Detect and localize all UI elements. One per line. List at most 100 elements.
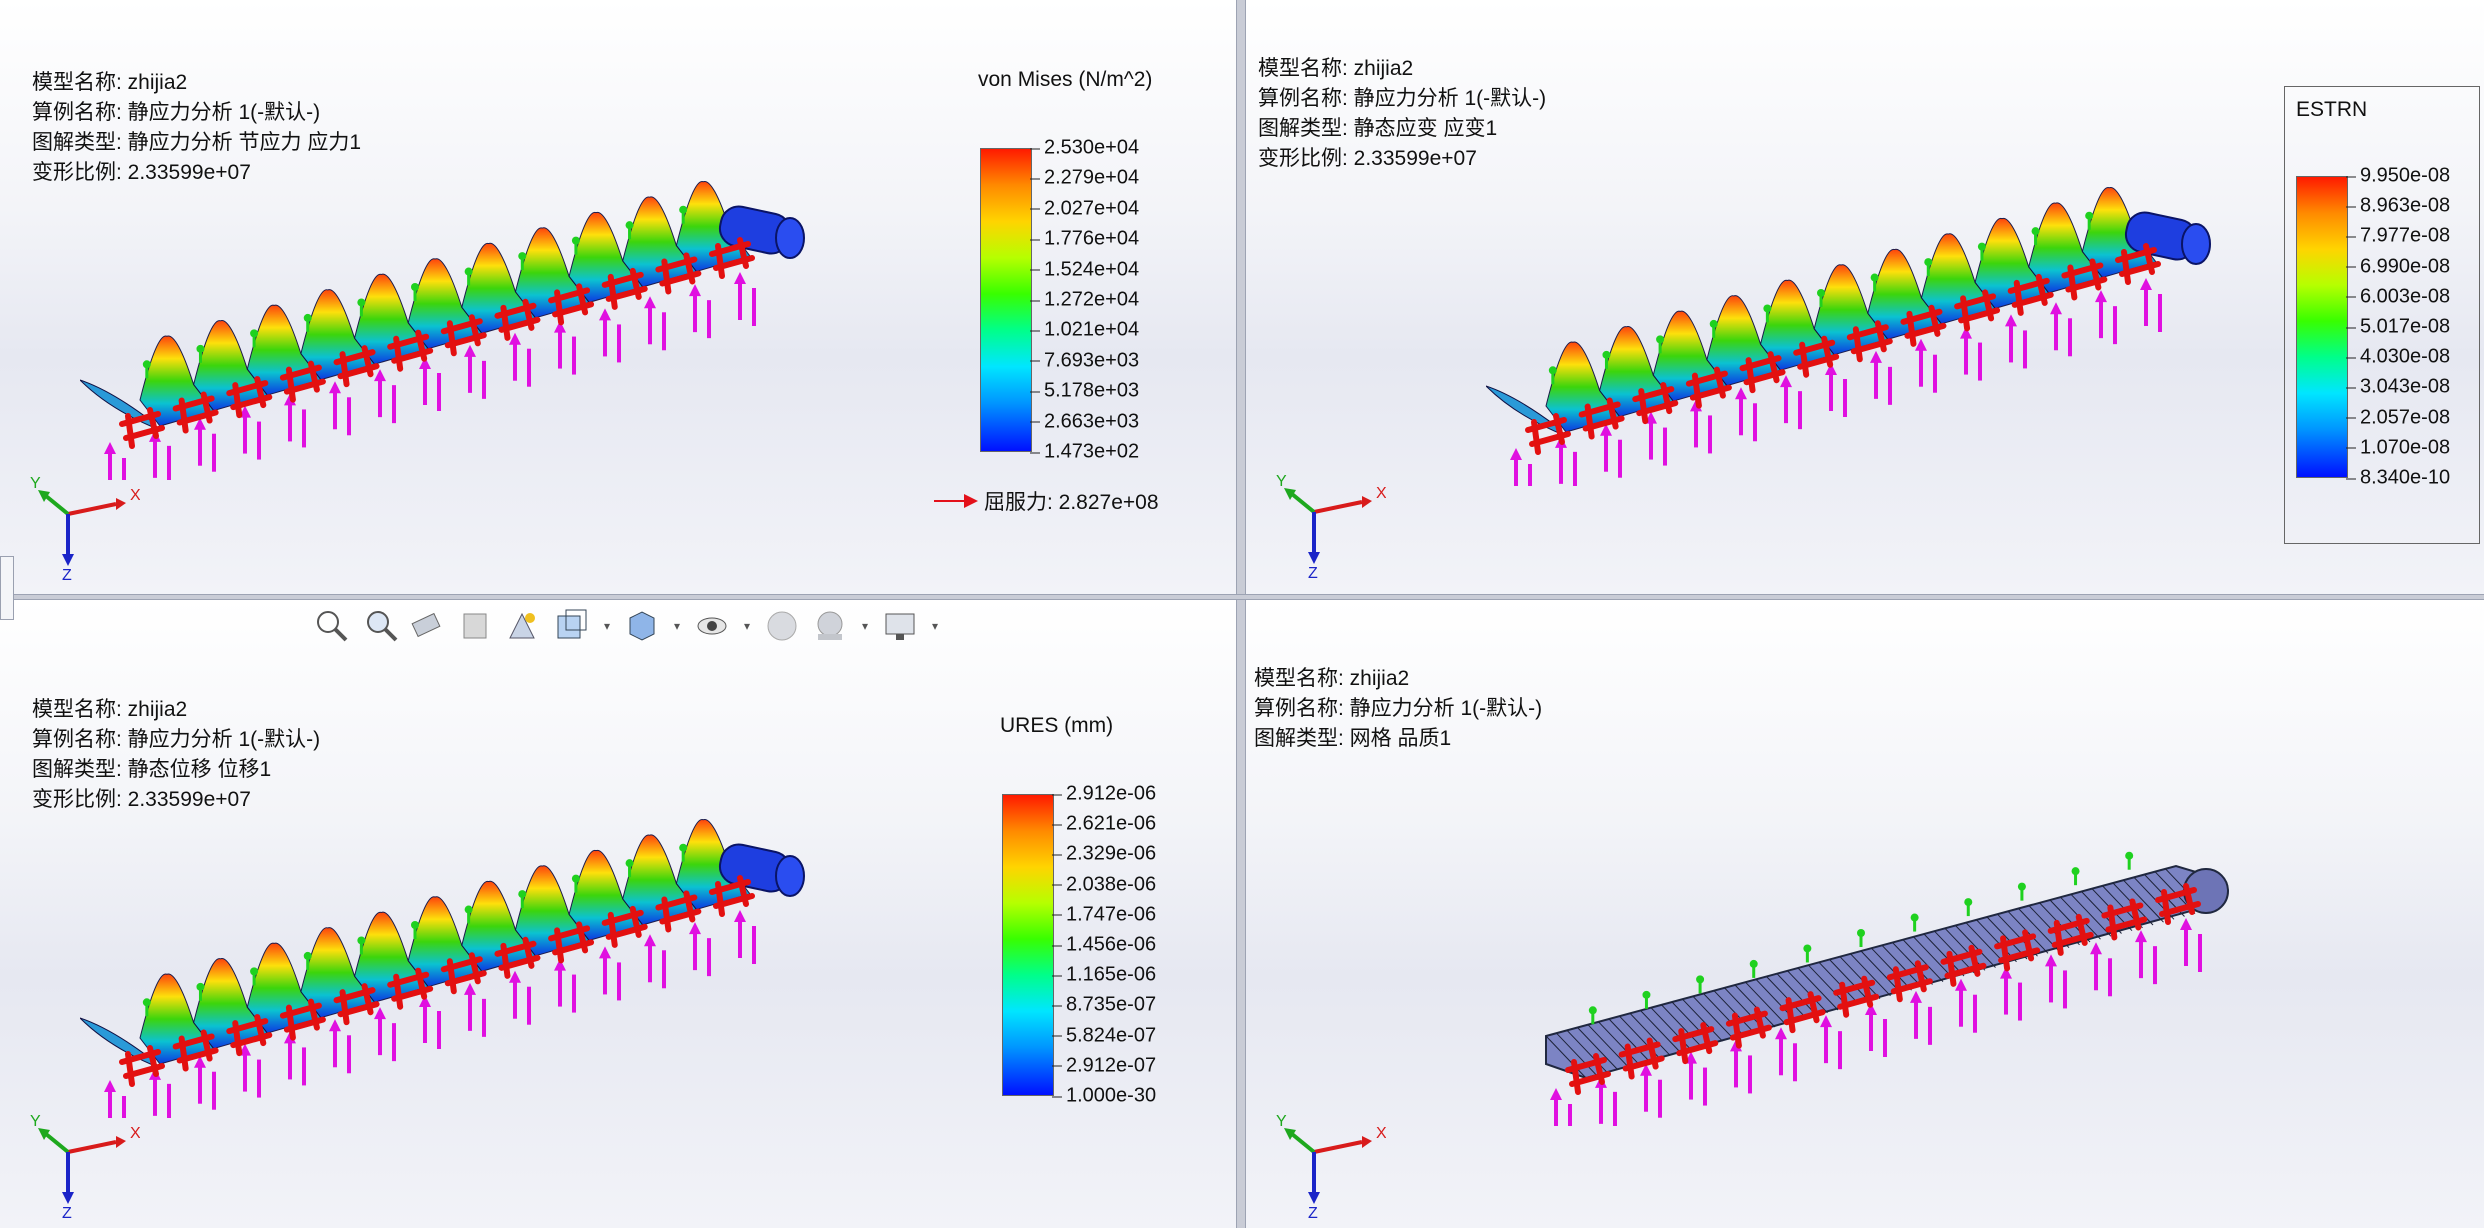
info-plot-type: 图解类型: 静应力分析 节应力 应力1 (32, 131, 362, 154)
zoom-to-fit-icon[interactable] (312, 606, 352, 646)
legend-tick-label: 2.912e-07 (1051, 1054, 1157, 1077)
legend-tick-label: 1.000e-30 (1051, 1084, 1157, 1107)
info-model-name: 模型名称: zhijia2 (1254, 667, 1410, 690)
legend-tick-label: 2.663e+03 (1029, 410, 1140, 433)
legend-tick-label: 2.027e+04 (1029, 197, 1140, 220)
viewport-strain[interactable]: 模型名称: zhijia2 算例名称: 静应力分析 1(-默认-) 图解类型: … (1246, 0, 2484, 594)
legend-tick-label: 3.043e-08 (2345, 375, 2451, 398)
legend-tick-label: 2.912e-06 (1051, 782, 1157, 805)
legend-tick-label: 2.038e-06 (1051, 873, 1157, 896)
info-model-name: 模型名称: zhijia2 (32, 71, 188, 94)
legend-tick-label: 1.021e+04 (1029, 318, 1140, 341)
mesh-model-render[interactable] (1526, 826, 2286, 1126)
info-deformation-scale: 变形比例: 2.33599e+07 (1258, 147, 1477, 170)
x-axis-label: X (1376, 485, 1386, 502)
z-axis-label: Z (1308, 565, 1318, 578)
info-plot-type: 图解类型: 网格 品质1 (1254, 727, 1452, 750)
plot-info: 模型名称: zhijia2 算例名称: 静应力分析 1(-默认-) 图解类型: … (1254, 664, 1542, 754)
legend-tick-label: 4.030e-08 (2345, 345, 2451, 368)
viewport-mesh[interactable]: 模型名称: zhijia2 算例名称: 静应力分析 1(-默认-) 图解类型: … (1246, 600, 2484, 1228)
legend-color-bar (1002, 794, 1054, 1096)
previous-view-icon[interactable] (408, 606, 448, 646)
yield-indicator: 屈服力: 2.827e+08 (934, 486, 1159, 516)
stress-model-render[interactable] (80, 180, 840, 480)
legend-tick-label: 1.524e+04 (1029, 258, 1140, 281)
legend-tick-label: 7.693e+03 (1029, 349, 1140, 372)
legend-ticks: 2.530e+04 2.279e+04 2.027e+04 1.776e+04 1.52… (1029, 136, 1224, 463)
legend-tick-label: 1.776e+04 (1029, 227, 1140, 250)
legend-ticks: 2.912e-06 2.621e-06 2.329e-06 2.038e-06 1.74… (1051, 782, 1226, 1107)
legend-tick-label: 1.456e-06 (1051, 933, 1157, 956)
apply-scene-icon[interactable] (810, 606, 850, 646)
z-axis-label: Z (62, 1205, 72, 1218)
displacement-model-render[interactable] (80, 818, 840, 1118)
section-view-icon[interactable] (456, 606, 496, 646)
z-axis-label: Z (1308, 1205, 1318, 1218)
info-deformation-scale: 变形比例: 2.33599e+07 (32, 788, 251, 811)
dropdown-caret-icon[interactable]: ▾ (670, 606, 684, 646)
viewport-stress[interactable]: 模型名称: zhijia2 算例名称: 静应力分析 1(-默认-) 图解类型: … (0, 0, 1236, 594)
yield-label: 屈服力: 2.827e+08 (984, 491, 1159, 514)
legend-tick-label: 2.530e+04 (1029, 136, 1140, 159)
side-panel-toggle[interactable] (0, 556, 14, 620)
legend-title: von Mises (N/m^2) (978, 68, 1153, 91)
legend-tick-label: 1.165e-06 (1051, 963, 1157, 986)
dropdown-caret-icon[interactable]: ▾ (600, 606, 614, 646)
y-axis-label: Y (1276, 1113, 1287, 1130)
legend-tick-label: 7.977e-08 (2345, 224, 2451, 247)
y-axis-label: Y (30, 1113, 41, 1130)
info-plot-type: 图解类型: 静态位移 位移1 (32, 758, 272, 781)
legend-ticks: 9.950e-08 8.963e-08 7.977e-08 6.990e-08 6.00… (2345, 164, 2476, 489)
legend-tick-label: 5.017e-08 (2345, 315, 2451, 338)
plot-info: 模型名称: zhijia2 算例名称: 静应力分析 1(-默认-) 图解类型: … (1258, 54, 1546, 174)
plot-info: 模型名称: zhijia2 算例名称: 静应力分析 1(-默认-) 图解类型: … (32, 695, 320, 815)
legend-tick-label: 6.003e-08 (2345, 285, 2451, 308)
viewport-splitter-horizontal[interactable] (0, 594, 2484, 600)
x-axis-label: X (1376, 1125, 1386, 1142)
yield-arrow-icon (934, 494, 978, 508)
zoom-to-area-icon[interactable] (360, 606, 400, 646)
viewport-splitter-vertical[interactable] (1236, 0, 1246, 1228)
heads-up-view-toolbar: ▾ ▾ ▾ ▾ ▾ (312, 602, 942, 650)
info-model-name: 模型名称: zhijia2 (1258, 57, 1414, 80)
dropdown-caret-icon[interactable]: ▾ (740, 606, 754, 646)
axis-triad: X Y Z (1276, 473, 1386, 578)
legend-tick-label: 1.070e-08 (2345, 436, 2451, 459)
y-axis-label: Y (1276, 473, 1287, 490)
legend-tick-label: 2.057e-08 (2345, 406, 2451, 429)
legend-tick-label: 9.950e-08 (2345, 164, 2451, 187)
info-study-name: 算例名称: 静应力分析 1(-默认-) (32, 101, 321, 124)
info-study-name: 算例名称: 静应力分析 1(-默认-) (1254, 697, 1543, 720)
dropdown-caret-icon[interactable]: ▾ (928, 606, 942, 646)
legend-tick-label: 5.824e-07 (1051, 1024, 1157, 1047)
legend-tick-label: 2.621e-06 (1051, 812, 1157, 835)
legend-tick-label: 6.990e-08 (2345, 255, 2451, 278)
info-model-name: 模型名称: zhijia2 (32, 698, 188, 721)
edit-appearance-icon[interactable] (762, 606, 802, 646)
dynamic-annotation-icon[interactable] (504, 606, 544, 646)
info-study-name: 算例名称: 静应力分析 1(-默认-) (32, 728, 321, 751)
legend-tick-label: 5.178e+03 (1029, 379, 1140, 402)
legend-title: ESTRN (2296, 98, 2368, 121)
x-axis-label: X (130, 487, 140, 504)
legend-color-bar (2296, 176, 2348, 478)
axis-triad: X Y Z (1276, 1113, 1386, 1218)
view-settings-icon[interactable] (880, 606, 920, 646)
legend-tick-label: 8.963e-08 (2345, 194, 2451, 217)
axis-triad: X Y Z (30, 475, 140, 580)
y-axis-label: Y (30, 475, 41, 492)
x-axis-label: X (130, 1125, 140, 1142)
legend-tick-label: 8.340e-10 (2345, 466, 2451, 489)
dropdown-caret-icon[interactable]: ▾ (858, 606, 872, 646)
plot-info: 模型名称: zhijia2 算例名称: 静应力分析 1(-默认-) 图解类型: … (32, 68, 361, 188)
display-style-icon[interactable] (622, 606, 662, 646)
strain-model-render[interactable] (1486, 186, 2246, 486)
z-axis-label: Z (62, 567, 72, 580)
legend-tick-label: 2.329e-06 (1051, 842, 1157, 865)
axis-triad: X Y Z (30, 1113, 140, 1218)
view-orientation-icon[interactable] (552, 606, 592, 646)
legend-tick-label: 2.279e+04 (1029, 166, 1140, 189)
hide-show-items-icon[interactable] (692, 606, 732, 646)
viewport-displacement[interactable]: 模型名称: zhijia2 算例名称: 静应力分析 1(-默认-) 图解类型: … (0, 600, 1236, 1228)
info-plot-type: 图解类型: 静态应变 应变1 (1258, 117, 1498, 140)
